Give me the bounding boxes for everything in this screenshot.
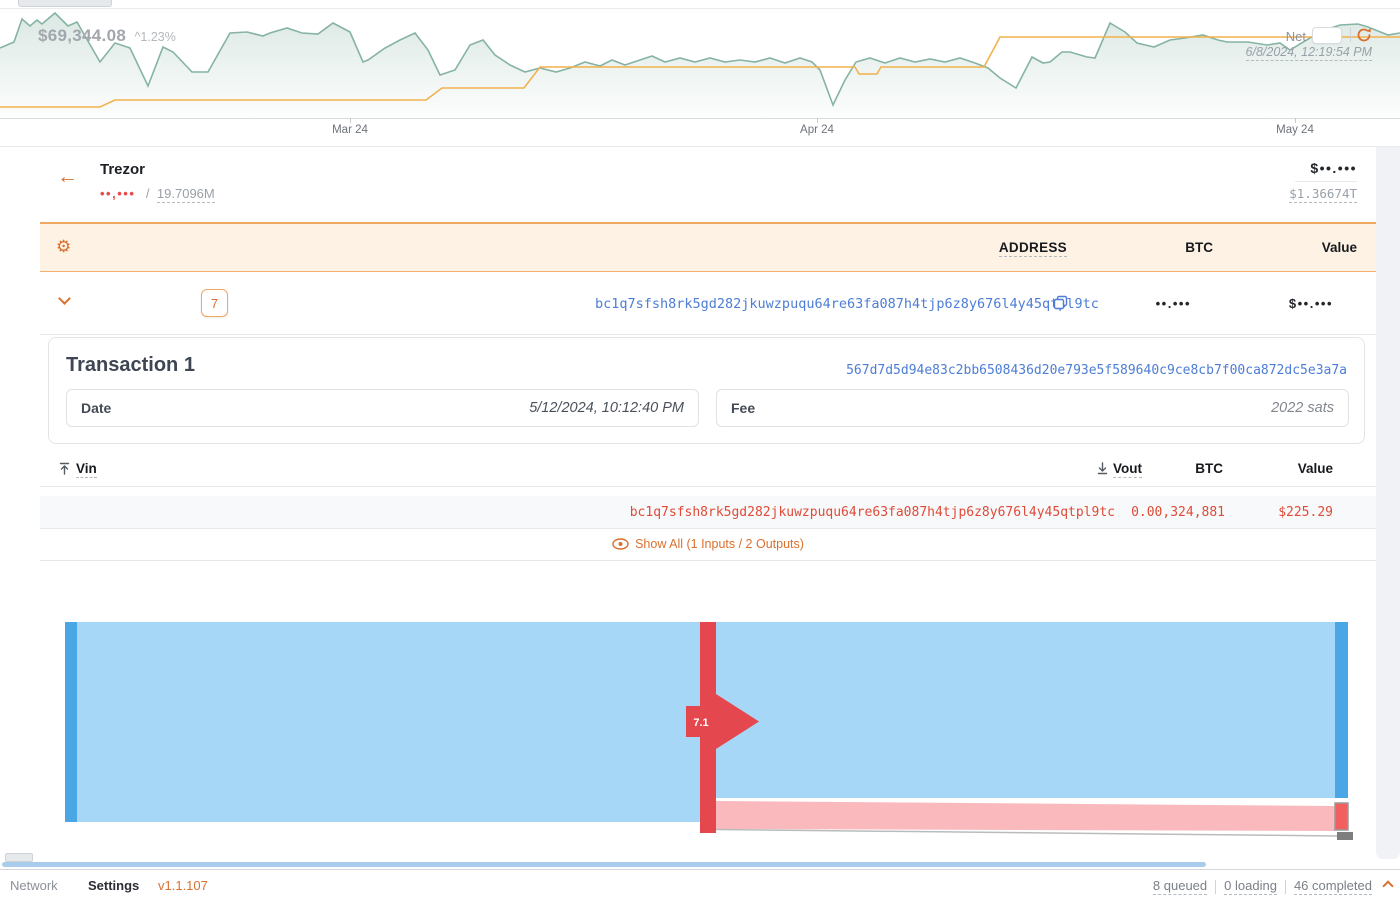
show-all-row: Show All (1 Inputs / 2 Outputs) (40, 529, 1376, 561)
vout-header[interactable]: Vout (1113, 461, 1142, 478)
io-table-header: Vin Vout BTC Value (40, 455, 1376, 487)
row-btc-masked[interactable]: ••.••• (1156, 296, 1191, 311)
show-all-label: Show All (1 Inputs / 2 Outputs) (635, 537, 804, 551)
sankey-right-node[interactable] (1335, 622, 1348, 798)
settings-menu-item[interactable]: Settings (88, 878, 139, 893)
sankey-main-output-flow[interactable] (716, 622, 1335, 798)
tx-count-badge[interactable]: 7 (201, 289, 228, 317)
btc-column-header: BTC (1185, 240, 1213, 255)
wallet-btc-masked[interactable]: ••,••• (100, 186, 135, 201)
x-tick-label-mar: Mar 24 (332, 124, 368, 136)
address-table-header: ⚙ ADDRESS BTC Value (40, 222, 1376, 272)
completed-count[interactable]: 46 completed (1294, 878, 1372, 895)
tx-count: 7 (211, 296, 218, 311)
version-label[interactable]: v1.1.107 (158, 878, 208, 893)
vin-row[interactable]: bc1q7sfsh8rk5gd282jkuwzpuqu64re63fa087h4… (40, 496, 1376, 529)
io-value-header: Value (1298, 461, 1333, 476)
collapse-caret-icon[interactable] (1382, 880, 1393, 891)
expand-chevron-icon[interactable] (58, 292, 71, 305)
wallet-title-text: Trezor (100, 161, 145, 178)
loading-count[interactable]: 0 loading (1224, 878, 1277, 895)
slash: / (146, 186, 150, 201)
sankey-diagram: 7.1 (0, 610, 1400, 860)
queue-status-group: 8 queued 0 loading 46 completed (1153, 878, 1372, 895)
row-value-masked[interactable]: $••.••• (1289, 296, 1333, 311)
transaction-card: Transaction 1 567d7d5d94e83c2bb6508436d2… (48, 337, 1365, 444)
status-divider (1215, 880, 1216, 894)
eye-icon (612, 538, 629, 550)
usd-divider (1295, 181, 1357, 182)
address-row: 7 bc1q7sfsh8rk5gd282jkuwzpuqu64re63fa087… (40, 272, 1376, 335)
price-change: 1.23% (140, 30, 175, 44)
x-tick (1295, 118, 1296, 123)
fee-label: Fee (731, 400, 755, 416)
fee-value: 2022 sats (1271, 400, 1334, 416)
transaction-title: Transaction 1 (66, 354, 195, 377)
date-field: Date 5/12/2024, 10:12:40 PM (66, 389, 699, 427)
value-column-header: Value (1322, 240, 1357, 255)
network-menu-item[interactable]: Network (10, 878, 58, 893)
address-link[interactable]: bc1q7sfsh8rk5gd282jkuwzpuqu64re63fa087h4… (595, 296, 1099, 312)
vin-upload-icon (58, 462, 71, 475)
content-top-divider (0, 146, 1400, 147)
sankey-change-flow[interactable] (716, 801, 1335, 831)
queued-count[interactable]: 8 queued (1153, 878, 1207, 895)
price-chart-panel: $69,344.08 ^1.23% Net 6/8/2024, 12:19:54… (0, 0, 1400, 143)
sankey-change-output-box[interactable] (1335, 803, 1348, 830)
wallet-title: Trezor (100, 161, 145, 179)
price-readout: $69,344.08 ^1.23% (38, 26, 176, 46)
wallet-usd-masked[interactable]: $••.••• (1310, 160, 1357, 176)
scroll-corner-piece[interactable] (5, 853, 33, 862)
last-updated-timestamp: 6/8/2024, 12:19:54 PM (1246, 45, 1372, 61)
status-divider (1285, 880, 1286, 894)
vin-header[interactable]: Vin (76, 461, 97, 478)
top-scrollbar-thumb[interactable] (18, 0, 112, 7)
copy-icon[interactable] (1053, 295, 1069, 311)
address-column-header[interactable]: ADDRESS (999, 240, 1067, 257)
date-label: Date (81, 400, 111, 416)
app-root: $69,344.08 ^1.23% Net 6/8/2024, 12:19:54… (0, 0, 1400, 900)
io-btc-header: BTC (1195, 461, 1223, 476)
back-arrow-button[interactable]: ← (57, 166, 78, 187)
status-bar: Network Settings v1.1.107 8 queued 0 loa… (0, 869, 1400, 900)
vin-address[interactable]: bc1q7sfsh8rk5gd282jkuwzpuqu64re63fa087h4… (630, 505, 1115, 520)
gear-icon[interactable]: ⚙ (56, 238, 71, 255)
btc-supply[interactable]: 19.7096M (157, 186, 215, 203)
wallet-balance-line: ••,••• / 19.7096M (100, 185, 215, 203)
price-value: $69,344.08 (38, 26, 126, 45)
net-toggle-box[interactable] (1312, 27, 1342, 44)
x-tick-label-apr: Apr 24 (800, 124, 834, 136)
vin-btc: 0.00,324,881 (1131, 505, 1225, 520)
price-area-fill (0, 13, 1400, 118)
sankey-flow-label: 7.1 (693, 717, 708, 729)
vout-download-icon (1096, 462, 1109, 475)
refresh-icon[interactable] (1355, 26, 1373, 44)
net-divider (1350, 28, 1351, 42)
vin-value: $225.29 (1278, 505, 1333, 520)
x-tick (350, 118, 351, 123)
sankey-fee-box[interactable] (1337, 832, 1353, 840)
fee-field: Fee 2022 sats (716, 389, 1349, 427)
x-tick-label-may: May 24 (1276, 124, 1314, 136)
sankey-input-flow[interactable] (77, 622, 700, 822)
marketcap-value[interactable]: $1.36674T (1289, 186, 1357, 203)
sankey-left-node[interactable] (65, 622, 77, 822)
sparkline-chart (0, 8, 1400, 118)
x-tick (817, 118, 818, 123)
x-axis-line (0, 118, 1400, 119)
horizontal-scrollbar-thumb[interactable] (2, 862, 1206, 867)
transaction-hash-link[interactable]: 567d7d5d94e83c2bb6508436d20e793e5f589640… (846, 363, 1347, 378)
net-legend-label: Net (1286, 29, 1306, 44)
date-value: 5/12/2024, 10:12:40 PM (529, 400, 684, 416)
show-all-button[interactable]: Show All (1 Inputs / 2 Outputs) (612, 537, 804, 551)
